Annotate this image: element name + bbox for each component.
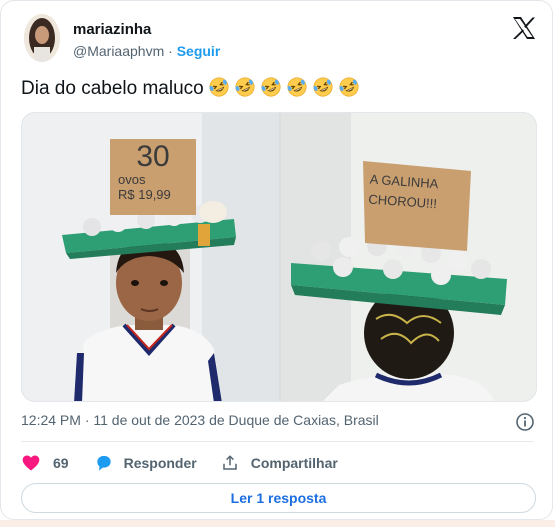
photo-left[interactable]: 30 ovos R$ 19,99 [22, 113, 279, 401]
tweet-text: Dia do cabelo maluco [21, 78, 204, 99]
rolling-on-the-floor-laughing-emoji [339, 77, 359, 97]
reply-label: Responder [123, 455, 197, 471]
reply-bubble-icon [96, 455, 111, 471]
share-button[interactable]: Compartilhar [221, 454, 338, 472]
rolling-on-the-floor-laughing-emoji [313, 77, 333, 97]
left-sign-line3: R$ 19,99 [118, 187, 171, 202]
share-label: Compartilhar [250, 455, 338, 471]
divider [21, 441, 534, 442]
avatar[interactable] [24, 14, 60, 62]
left-sign-line1: 30 [136, 140, 170, 173]
follow-button[interactable]: Seguir [177, 43, 221, 59]
read-replies-button[interactable]: Ler 1 resposta [21, 483, 536, 513]
info-icon[interactable] [515, 412, 535, 432]
photo-right[interactable]: A GALINHA CHOROU!!! [281, 113, 536, 401]
tweet-text-row: Dia do cabelo maluco [21, 76, 360, 102]
rolling-on-the-floor-laughing-emoji [209, 77, 229, 97]
heart-icon [22, 455, 40, 471]
handle-separator: · [168, 43, 173, 59]
like-count: 69 [53, 455, 69, 471]
tweet-card: mariazinha @Mariaaphvm · Seguir Dia do c… [0, 0, 553, 520]
like-button[interactable]: 69 [21, 453, 69, 473]
rolling-on-the-floor-laughing-emoji [287, 77, 307, 97]
author-handle[interactable]: @Mariaaphvm [73, 43, 164, 59]
left-sign-line2: ovos [118, 172, 146, 187]
page-bottom-strip [0, 520, 555, 527]
author-name[interactable]: mariazinha [73, 21, 151, 38]
share-icon [222, 455, 237, 470]
reply-button[interactable]: Responder [94, 453, 197, 473]
tweet-timestamp[interactable]: 12:24 PM · 11 de out de 2023 de Duque de… [21, 412, 379, 428]
media-grid: 30 ovos R$ 19,99 A GALINHA CHOROU!!! [21, 112, 537, 402]
x-logo-icon[interactable] [511, 15, 537, 41]
rolling-on-the-floor-laughing-emoji [235, 77, 255, 97]
action-bar: 69 Responder Compartilhar [21, 451, 338, 475]
author-handle-row: @Mariaaphvm · Seguir [73, 43, 220, 59]
rolling-on-the-floor-laughing-emoji [261, 77, 281, 97]
emoji-row [204, 77, 360, 99]
